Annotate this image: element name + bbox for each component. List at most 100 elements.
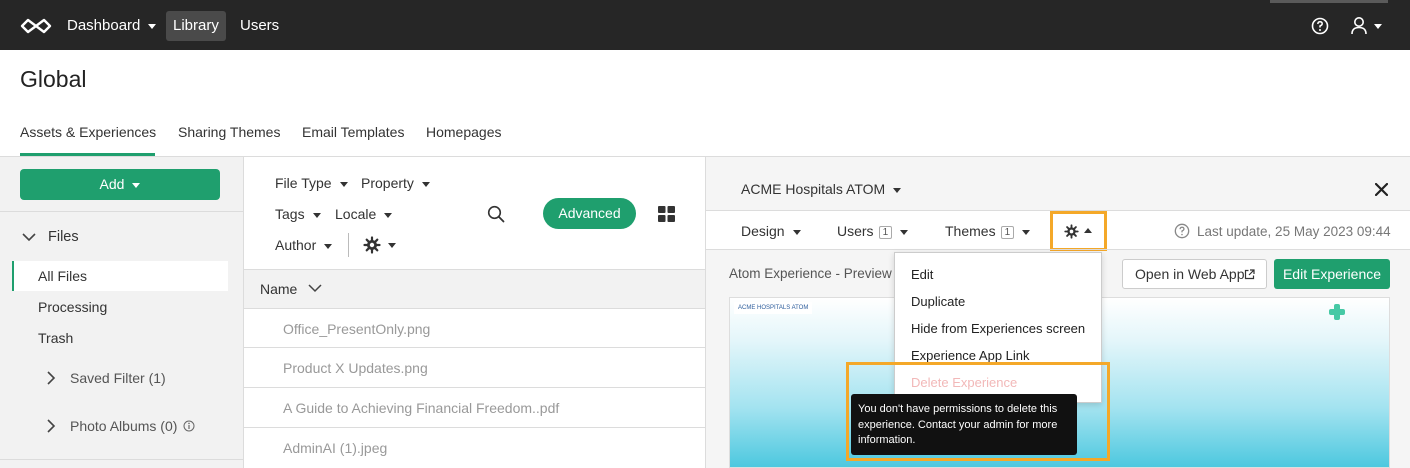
sidebar-item-all-files[interactable]: All Files xyxy=(38,268,87,284)
help-circle-icon xyxy=(1174,223,1190,239)
name-column-label: Name xyxy=(260,281,298,297)
sort-chevron-down-icon[interactable] xyxy=(308,284,322,293)
add-button-label: Add xyxy=(99,176,125,192)
nav-users[interactable]: Users xyxy=(233,11,286,41)
chevron-down-icon xyxy=(900,229,909,235)
chevron-right-icon[interactable] xyxy=(46,419,56,433)
users-count-badge: 1 xyxy=(878,225,893,239)
add-button[interactable]: Add xyxy=(20,169,220,200)
tab-users-label: Users xyxy=(837,223,874,239)
top-edge-indicator xyxy=(1270,0,1388,3)
chevron-down-icon[interactable] xyxy=(22,232,36,242)
grid-view-icon[interactable] xyxy=(658,206,675,222)
nav-dashboard-label: Dashboard xyxy=(67,17,141,34)
chevron-down-icon xyxy=(384,212,393,218)
chevron-down-icon xyxy=(893,187,902,193)
sidebar-item-saved-filter[interactable]: Saved Filter (1) xyxy=(70,370,166,386)
filter-author[interactable]: Author xyxy=(275,237,333,253)
info-icon[interactable] xyxy=(183,420,195,432)
advanced-search-button[interactable]: Advanced xyxy=(543,198,636,229)
preview-logo-text: ACME HOSPITALS ATOM xyxy=(734,302,812,314)
filter-file-type[interactable]: File Type xyxy=(275,175,348,191)
filter-tags[interactable]: Tags xyxy=(275,206,321,222)
tab-assets-experiences[interactable]: Assets & Experiences xyxy=(20,124,156,140)
files-section-label[interactable]: Files xyxy=(48,229,79,245)
top-navigation-bar: Dashboard Library Users xyxy=(0,0,1410,50)
tab-design[interactable]: Design xyxy=(741,223,801,239)
nav-library[interactable]: Library xyxy=(166,11,226,41)
external-link-icon xyxy=(1244,269,1255,280)
filter-file-type-label: File Type xyxy=(275,175,332,191)
last-update-text: Last update, 25 May 2023 09:44 xyxy=(1197,224,1391,239)
help-circle-icon[interactable] xyxy=(1311,17,1329,35)
file-name: A Guide to Achieving Financial Freedom..… xyxy=(283,400,560,416)
table-row[interactable]: Office_PresentOnly.png xyxy=(244,308,705,348)
cross-logo-icon xyxy=(1329,304,1345,320)
filter-tags-label: Tags xyxy=(275,206,305,222)
tab-design-label: Design xyxy=(741,223,785,239)
gear-icon xyxy=(363,236,381,254)
chevron-down-icon xyxy=(421,181,430,187)
chevron-down-icon xyxy=(792,229,801,235)
chevron-down-icon xyxy=(312,212,321,218)
preview-label: Atom Experience - Preview C xyxy=(729,266,906,281)
nav-users-label: Users xyxy=(240,17,280,34)
nav-library-label: Library xyxy=(173,17,219,34)
experience-selector[interactable]: ACME Hospitals ATOM xyxy=(741,181,902,197)
chevron-down-icon xyxy=(388,243,396,248)
chevron-down-icon xyxy=(1022,229,1031,235)
menu-item-hide-from-experiences[interactable]: Hide from Experiences screen xyxy=(911,321,1085,336)
filter-locale[interactable]: Locale xyxy=(335,206,393,222)
chevron-down-icon xyxy=(1374,24,1382,29)
tab-homepages[interactable]: Homepages xyxy=(426,124,502,140)
chevron-up-icon xyxy=(1084,228,1092,233)
search-icon[interactable] xyxy=(487,205,505,223)
filter-separator xyxy=(348,233,349,257)
page-title: Global xyxy=(20,66,87,92)
chevron-right-icon[interactable] xyxy=(46,371,56,385)
experience-name: ACME Hospitals ATOM xyxy=(741,181,886,197)
delete-permission-tooltip: You don't have permissions to delete thi… xyxy=(851,394,1077,455)
themes-count-badge: 1 xyxy=(1000,225,1015,239)
gear-icon xyxy=(1064,224,1079,239)
open-in-web-app-button[interactable]: Open in Web App xyxy=(1122,259,1267,289)
tab-sharing-themes[interactable]: Sharing Themes xyxy=(178,124,280,140)
filter-settings-dropdown[interactable] xyxy=(363,235,399,255)
table-row[interactable]: A Guide to Achieving Financial Freedom..… xyxy=(244,387,705,427)
name-column-header[interactable]: Name xyxy=(260,281,297,297)
file-name: Office_PresentOnly.png xyxy=(283,321,431,337)
open-in-web-app-label: Open in Web App xyxy=(1135,266,1245,282)
user-menu[interactable] xyxy=(1350,16,1386,36)
filter-author-label: Author xyxy=(275,237,317,253)
experience-settings-button[interactable] xyxy=(1050,211,1107,251)
tab-themes-label: Themes xyxy=(945,223,996,239)
menu-item-duplicate[interactable]: Duplicate xyxy=(911,294,965,309)
sidebar-bottom-divider xyxy=(0,459,243,460)
sidebar-item-processing[interactable]: Processing xyxy=(38,299,107,315)
table-row[interactable]: Product X Updates.png xyxy=(244,347,705,387)
nav-dashboard[interactable]: Dashboard xyxy=(60,11,163,41)
chevron-down-icon xyxy=(132,182,141,188)
tab-themes[interactable]: Themes 1 xyxy=(945,223,1031,239)
file-name: AdminAI (1).jpeg xyxy=(283,440,388,456)
filter-property-label: Property xyxy=(361,175,414,191)
sidebar-item-photo-albums[interactable]: Photo Albums (0) xyxy=(70,418,177,434)
chevron-down-icon xyxy=(148,23,157,29)
panel-tabs-divider xyxy=(706,249,1410,250)
table-row[interactable]: AdminAI (1).jpeg xyxy=(244,427,705,467)
infinity-logo-icon[interactable] xyxy=(20,17,52,35)
sidebar-item-trash[interactable]: Trash xyxy=(38,330,73,346)
chevron-down-icon xyxy=(339,181,348,187)
tab-users[interactable]: Users 1 xyxy=(837,223,909,239)
file-name: Product X Updates.png xyxy=(283,360,428,376)
menu-item-experience-app-link[interactable]: Experience App Link xyxy=(911,348,1030,363)
edit-experience-button[interactable]: Edit Experience xyxy=(1274,259,1390,289)
tab-email-templates[interactable]: Email Templates xyxy=(302,124,404,140)
sidebar-divider xyxy=(0,211,243,212)
user-icon xyxy=(1351,17,1367,35)
chevron-down-icon xyxy=(324,243,333,249)
menu-item-edit[interactable]: Edit xyxy=(911,267,933,282)
filter-property[interactable]: Property xyxy=(361,175,430,191)
close-icon[interactable] xyxy=(1375,183,1388,196)
filter-locale-label: Locale xyxy=(335,206,377,222)
